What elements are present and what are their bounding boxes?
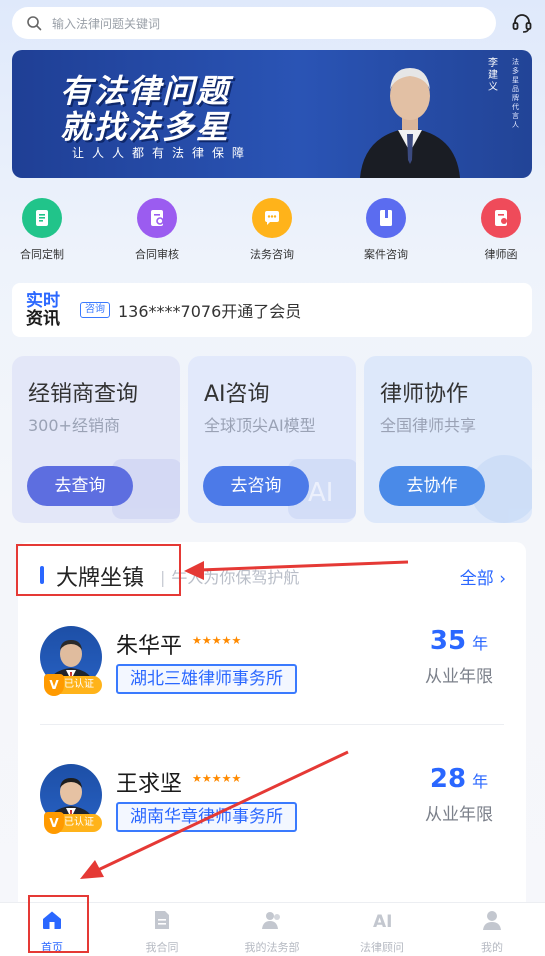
years-number: 35 — [429, 626, 467, 656]
realtime-news-logo: 实时 资讯 — [26, 291, 60, 329]
card-title: AI咨询 — [204, 382, 270, 407]
years-label: 从业年限 — [425, 805, 493, 825]
tab-my-contracts[interactable]: 我合同 — [122, 909, 202, 955]
years-unit: 年 — [472, 634, 489, 653]
years-of-practice: 28 年 从业年限 — [414, 764, 504, 825]
search-bar[interactable]: 输入法律问题关键词 — [12, 7, 496, 39]
tab-label: 我的 — [481, 941, 503, 954]
card-desc: 全国律师共享 — [380, 416, 477, 435]
legal-consult-icon — [252, 198, 292, 238]
dealer-query-button[interactable]: 去查询 — [27, 466, 133, 506]
banner-headline-2: 就找法多星 — [60, 108, 231, 146]
view-all-link[interactable]: 全部 › — [460, 564, 506, 589]
card-dealer-query[interactable]: 经销商查询 300+经销商 去查询 — [12, 356, 180, 523]
quick-item-case-consult[interactable]: 案件咨询 — [346, 198, 426, 262]
tab-my-legal-dept[interactable]: 我的法务部 — [232, 909, 312, 955]
rating-stars: ★★★★★ — [192, 772, 242, 785]
profile-icon — [483, 911, 501, 930]
lawyer-card[interactable]: V 已认证 朱华平 ★★★★★ 湖北三雄律师事务所 35 年 从业年限 — [40, 626, 504, 746]
spokesperson-image — [360, 68, 460, 178]
search-placeholder: 输入法律问题关键词 — [52, 16, 161, 31]
verified-badge: V 已认证 — [44, 812, 102, 834]
years-number: 28 — [429, 764, 467, 794]
quick-item-legal-consult[interactable]: 法务咨询 — [232, 198, 312, 262]
annotation-box-home-tab — [28, 895, 89, 953]
verified-icon: V — [44, 812, 64, 834]
featured-lawyers-section: 大牌坐镇 | 牛人为你保驾护航 全部 › V 已认证 朱华平 ★★★★★ 湖北三雄律… — [18, 542, 526, 922]
customer-service-icon[interactable] — [511, 12, 533, 34]
news-text: 136****7076开通了会员 — [118, 302, 302, 321]
quick-label: 案件咨询 — [364, 248, 408, 261]
quick-item-lawyer-letter[interactable]: 律师函 — [461, 198, 541, 262]
realtime-news[interactable]: 实时 资讯 咨询 136****7076开通了会员 — [12, 283, 532, 337]
quick-label: 合同审核 — [135, 248, 179, 261]
card-desc: 全球顶尖AI模型 — [204, 416, 316, 435]
tab-label: 法律顾问 — [360, 941, 404, 954]
quick-label: 法务咨询 — [250, 248, 294, 261]
lawyer-name: 朱华平 — [116, 634, 183, 659]
card-title: 经销商查询 — [28, 382, 139, 407]
law-firm-tag: 湖北三雄律师事务所 — [116, 664, 297, 694]
tab-legal-advisor[interactable]: AI 法律顾问 — [342, 909, 422, 955]
svg-text:AI: AI — [373, 912, 392, 931]
lawyer-letter-icon — [481, 198, 521, 238]
verified-icon: V — [44, 674, 64, 696]
case-consult-icon — [366, 198, 406, 238]
quick-item-contract-customize[interactable]: 合同定制 — [2, 198, 82, 262]
annotation-box-section-title — [16, 544, 181, 596]
card-ai-consult[interactable]: AI AI咨询 全球顶尖AI模型 去咨询 — [188, 356, 356, 523]
lawyer-name: 王求坚 — [116, 772, 183, 797]
promo-banner[interactable]: 有法律问题 就找法多星 让人人都有法律保障 李建义 法多星品牌代言人 — [12, 50, 532, 178]
quick-services: 合同定制 合同审核 法务咨询 案件咨询 律师函 — [0, 198, 545, 268]
card-lawyer-collab[interactable]: 律师协作 全国律师共享 去协作 — [364, 356, 532, 523]
news-tag: 咨询 — [80, 302, 110, 318]
ai-icon: AI — [373, 912, 392, 932]
years-unit: 年 — [472, 772, 489, 791]
tab-label: 我的法务部 — [244, 941, 300, 954]
divider — [40, 724, 504, 725]
rating-stars: ★★★★★ — [192, 634, 242, 647]
spokesperson-name: 李建义 — [488, 58, 498, 93]
years-of-practice: 35 年 从业年限 — [414, 626, 504, 687]
tab-label: 我合同 — [145, 941, 179, 954]
card-desc: 300+经销商 — [28, 416, 120, 435]
contract-customize-icon — [22, 198, 62, 238]
contract-icon — [155, 911, 169, 929]
search-icon — [27, 16, 42, 31]
card-title: 律师协作 — [380, 382, 469, 407]
ai-consult-button[interactable]: 去咨询 — [203, 466, 309, 506]
contract-review-icon — [137, 198, 177, 238]
verified-badge: V 已认证 — [44, 674, 102, 696]
spokesperson-title: 法多星品牌代言人 — [512, 58, 519, 129]
quick-label: 合同定制 — [20, 248, 64, 261]
legal-dept-icon — [262, 912, 280, 929]
quick-item-contract-review[interactable]: 合同审核 — [117, 198, 197, 262]
lawyer-card[interactable]: V 已认证 王求坚 ★★★★★ 湖南华章律师事务所 28 年 从业年限 — [40, 764, 504, 884]
quick-label: 律师函 — [484, 248, 518, 261]
tab-profile[interactable]: 我的 — [452, 909, 532, 955]
years-label: 从业年限 — [425, 667, 493, 687]
lawyer-collab-button[interactable]: 去协作 — [379, 466, 485, 506]
banner-slogan: 让人人都有法律保障 — [72, 146, 253, 160]
svg-text:AI: AI — [308, 478, 333, 508]
law-firm-tag: 湖南华章律师事务所 — [116, 802, 297, 832]
